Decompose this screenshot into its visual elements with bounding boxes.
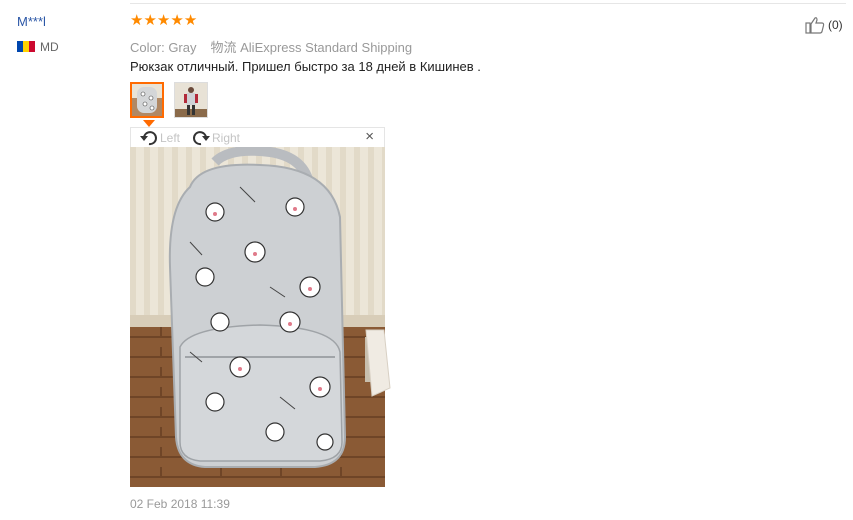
shipping-value: AliExpress Standard Shipping bbox=[240, 40, 413, 55]
star-icon: ★ bbox=[170, 12, 184, 29]
color-value: Gray bbox=[168, 40, 197, 55]
color-label: Color: bbox=[130, 40, 165, 55]
order-attributes: Color: Gray 物流 AliExpress Standard Shippi… bbox=[130, 37, 412, 56]
rotate-left-button[interactable]: Left bbox=[139, 129, 180, 147]
helpful-button[interactable]: (0) bbox=[805, 16, 843, 34]
photo-viewer-toolbar: Left Right × bbox=[130, 127, 385, 147]
star-icon: ★ bbox=[183, 12, 198, 29]
moldova-flag-icon bbox=[17, 41, 35, 52]
review-photo bbox=[130, 147, 385, 487]
rotate-right-icon bbox=[193, 131, 210, 146]
background-object-image bbox=[365, 329, 391, 397]
backpack-thumbnail-image bbox=[132, 84, 162, 116]
like-count: (0) bbox=[828, 18, 843, 32]
star-icon: ★ bbox=[143, 12, 157, 29]
country-code: MD bbox=[40, 40, 59, 54]
divider bbox=[130, 3, 846, 4]
rotate-left-label: Left bbox=[160, 131, 181, 145]
rotate-left-icon bbox=[140, 131, 157, 146]
review-photo-thumbnail[interactable] bbox=[130, 82, 164, 118]
star-icon: ★ bbox=[156, 12, 171, 29]
review-text: Рюкзак отличный. Пришел быстро за 18 дне… bbox=[130, 59, 481, 74]
person-wearing-backpack-image bbox=[175, 83, 207, 117]
close-icon[interactable]: × bbox=[365, 129, 374, 145]
rotate-right-label: Right bbox=[212, 131, 241, 145]
star-rating: ★ ★ ★ ★ ★ bbox=[130, 13, 197, 28]
star-icon: ★ bbox=[130, 12, 144, 29]
review-photo-thumbnail[interactable] bbox=[174, 82, 208, 118]
backpack-photo-image bbox=[130, 147, 385, 487]
reviewer-name[interactable]: M***l bbox=[17, 14, 46, 29]
thumbnail-pointer bbox=[143, 120, 155, 127]
rotate-right-button[interactable]: Right bbox=[191, 129, 240, 147]
background-object bbox=[362, 328, 392, 398]
shipping-label: 物流 bbox=[210, 40, 237, 55]
thumbs-up-icon bbox=[805, 17, 825, 34]
review-date: 02 Feb 2018 11:39 bbox=[130, 497, 230, 511]
